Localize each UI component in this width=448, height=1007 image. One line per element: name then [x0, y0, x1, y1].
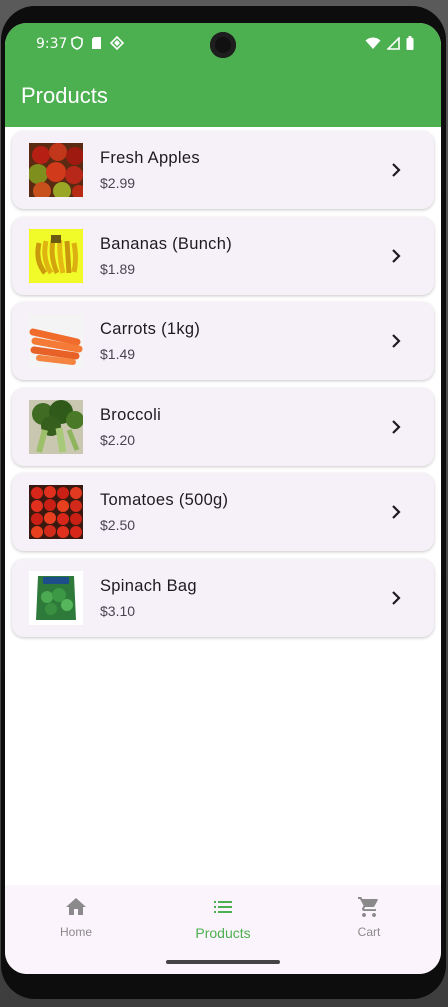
product-image-broccoli — [29, 399, 83, 454]
list-icon — [214, 901, 232, 913]
product-name: Spinach Bag — [100, 576, 197, 595]
status-icons-left — [71, 36, 124, 50]
status-icons-right — [365, 36, 414, 50]
product-image-carrots — [29, 314, 83, 368]
nav-label-home: Home — [59, 925, 92, 939]
status-time: 9:37 — [36, 36, 68, 52]
product-name: Fresh Apples — [100, 149, 200, 167]
product-image-spinach — [29, 570, 83, 625]
product-name: Tomatoes (500g) — [100, 491, 229, 509]
product-price: $2.99 — [100, 175, 136, 191]
cart-icon — [358, 897, 378, 917]
product-card[interactable]: Broccoli $2.20 — [12, 387, 434, 466]
product-name: Bananas (Bunch) — [100, 234, 232, 253]
front-camera — [210, 32, 236, 58]
chevron-right-icon — [392, 505, 401, 519]
product-image-apples — [29, 143, 83, 197]
product-price: $3.10 — [100, 602, 136, 619]
product-price: $2.50 — [100, 517, 136, 533]
status-bar: 9:37 — [5, 23, 441, 67]
product-name: Carrots (1kg) — [100, 320, 201, 338]
sd-card-icon — [92, 37, 101, 49]
product-card[interactable]: Carrots (1kg) $1.49 — [12, 302, 434, 380]
chevron-right-icon — [392, 419, 401, 434]
product-image-tomatoes — [29, 485, 83, 539]
phone-screen: 9:37 Products Fresh Apples $2.99 Bananas… — [5, 23, 441, 974]
product-list: Fresh Apples $2.99 Bananas (Bunch) $1.89… — [12, 131, 434, 644]
page-title: Products — [21, 83, 108, 108]
nav-item-products[interactable]: Products — [173, 895, 273, 941]
nav-label-cart: Cart — [357, 925, 381, 939]
nav-label-products: Products — [195, 925, 251, 941]
chevron-right-icon — [392, 248, 401, 263]
product-price: $1.89 — [100, 260, 136, 277]
product-name: Broccoli — [100, 405, 162, 424]
gesture-home-indicator[interactable] — [166, 960, 280, 964]
product-card[interactable]: Spinach Bag $3.10 — [12, 558, 434, 637]
product-price: $2.20 — [100, 431, 136, 448]
chevron-right-icon — [392, 590, 401, 605]
chevron-right-icon — [392, 163, 401, 177]
chevron-right-icon — [392, 334, 401, 348]
product-price: $1.49 — [100, 346, 136, 362]
shield-icon — [71, 36, 83, 50]
battery-icon — [406, 36, 414, 50]
app-bar: Products — [5, 67, 441, 127]
data-saver-icon — [110, 36, 124, 50]
device-frame: 9:37 Products Fresh Apples $2.99 Bananas… — [0, 0, 448, 1007]
bottom-nav: Home Products Cart — [5, 885, 441, 974]
signal-icon — [387, 36, 400, 50]
home-icon — [66, 898, 86, 915]
nav-item-cart[interactable]: Cart — [319, 895, 419, 939]
product-image-bananas — [29, 228, 83, 283]
product-card[interactable]: Fresh Apples $2.99 — [12, 131, 434, 209]
product-card[interactable]: Tomatoes (500g) $2.50 — [12, 473, 434, 551]
product-card[interactable]: Bananas (Bunch) $1.89 — [12, 216, 434, 295]
wifi-icon — [365, 37, 381, 49]
nav-item-home[interactable]: Home — [26, 895, 126, 939]
